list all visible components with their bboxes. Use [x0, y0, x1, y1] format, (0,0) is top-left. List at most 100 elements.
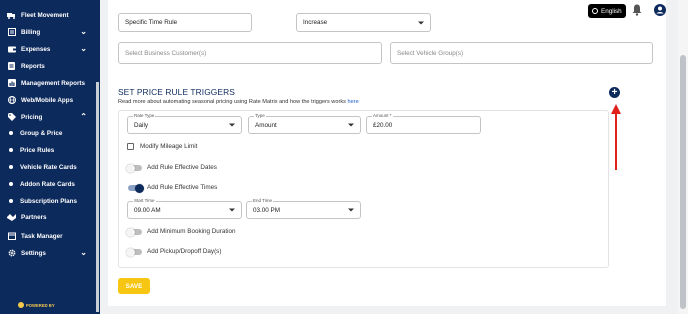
sidebar-subitem-label: Price Rules — [20, 146, 55, 154]
chevron-down-icon: ⌄ — [80, 44, 87, 53]
triggers-subtitle-text: Read more about automating seasonal pric… — [118, 99, 346, 105]
sidebar-subitem-label: Group & Price — [20, 129, 63, 137]
sidebar-subitem-addon-rate-cards[interactable]: Addon Rate Cards — [0, 177, 96, 191]
dropdown-arrow-icon — [229, 123, 235, 127]
pickup-dropoff-label: Add Pickup/Dropoff Day(s) — [147, 248, 222, 255]
dropdown-arrow-icon — [348, 208, 354, 212]
min-booking-label: Add Minimum Booking Duration — [147, 228, 236, 235]
sidebar-item-label: Task Manager — [21, 232, 63, 240]
adjustment-value: Increase — [303, 19, 328, 26]
sidebar-subitem-vehicle-rate-cards[interactable]: Vehicle Rate Cards — [0, 160, 96, 174]
sidebar-item-billing[interactable]: Billing ⌄ — [0, 25, 96, 39]
sidebar-item-task-manager[interactable]: Task Manager — [0, 229, 96, 243]
rate-type-value: Daily — [134, 121, 148, 129]
bell-icon[interactable] — [632, 4, 642, 16]
bullet-icon — [9, 199, 13, 203]
toggle-knob — [126, 227, 135, 237]
sidebar-item-label: Billing — [21, 28, 41, 36]
end-time-label: End Time — [252, 198, 274, 203]
sidebar-subitem-price-rules[interactable]: Price Rules — [0, 143, 96, 157]
bullet-icon — [9, 165, 13, 169]
sidebar-item-pricing[interactable]: Pricing ⌃ — [0, 110, 96, 124]
modify-mileage-label: Modify Mileage Limit — [140, 143, 198, 150]
toggle-knob — [126, 163, 135, 173]
add-trigger-button[interactable]: + — [609, 87, 620, 98]
effective-times-label: Add Rule Effective Times — [147, 184, 218, 191]
sidebar-subitem-group-price[interactable]: Group & Price — [0, 126, 96, 140]
powered-by-logo: POWERED BY — [18, 302, 55, 308]
rule-type-select[interactable]: Specific Time Rule — [118, 13, 252, 32]
effective-dates-label: Add Rule Effective Dates — [147, 164, 217, 171]
language-label: English — [601, 7, 622, 15]
vehicle-group-select[interactable]: Select Vehicle Group(s) — [390, 42, 653, 64]
language-icon — [592, 8, 598, 14]
chevron-down-icon: ⌄ — [80, 27, 87, 36]
sidebar: Fleet Movement Billing ⌄ Expenses ⌄ Repo… — [0, 0, 100, 314]
sidebar-item-label: Web/Mobile Apps — [21, 96, 74, 104]
handshake-icon — [7, 213, 16, 221]
toggle-knob — [135, 183, 144, 193]
type-value: Amount — [255, 121, 277, 129]
pickup-dropoff-toggle[interactable] — [126, 247, 142, 257]
sidebar-item-label: Pricing — [21, 113, 43, 121]
toggle-knob — [126, 247, 135, 257]
bullet-icon — [9, 182, 13, 186]
sidebar-item-web-mobile-apps[interactable]: Web/Mobile Apps — [0, 93, 96, 107]
tag-icon — [7, 113, 16, 121]
sidebar-item-label: Partners — [21, 213, 47, 221]
chevron-up-icon: ⌃ — [80, 112, 87, 121]
report-icon — [7, 62, 16, 70]
dropdown-arrow-icon — [348, 123, 354, 127]
wallet-icon — [7, 45, 16, 53]
globe-icon — [7, 96, 16, 104]
modify-mileage-checkbox[interactable] — [127, 143, 134, 150]
end-time-value: 03.00 PM — [253, 206, 280, 214]
sidebar-item-label: Fleet Movement — [21, 11, 69, 19]
sidebar-scrollbar[interactable] — [96, 82, 99, 312]
dropdown-arrow-icon — [418, 21, 424, 24]
sidebar-item-fleet-movement[interactable]: Fleet Movement — [0, 8, 96, 22]
business-customer-select[interactable]: Select Business Customer(s) — [118, 42, 382, 64]
effective-times-toggle[interactable] — [128, 183, 144, 193]
chart-icon — [7, 79, 16, 87]
sidebar-item-settings[interactable]: Settings ⌄ — [0, 246, 96, 260]
sidebar-item-label: Expenses — [21, 45, 51, 53]
start-time-label: Start Time — [133, 198, 156, 203]
start-time-select[interactable]: Start Time 09.00 AM — [127, 198, 242, 219]
triggers-title: SET PRICE RULE TRIGGERS — [118, 87, 235, 97]
sidebar-item-reports[interactable]: Reports — [0, 59, 96, 73]
sidebar-item-label: Reports — [21, 62, 45, 70]
language-button[interactable]: English — [588, 4, 626, 18]
adjustment-select[interactable]: Increase — [296, 13, 431, 32]
dropdown-arrow-icon — [229, 208, 235, 212]
triggers-subtitle: Read more about automating seasonal pric… — [118, 99, 359, 105]
sidebar-item-management-reports[interactable]: Management Reports — [0, 76, 96, 90]
page-scrollbar-thumb[interactable] — [680, 55, 686, 309]
type-select[interactable]: Type Amount — [248, 113, 361, 134]
user-avatar-icon[interactable] — [654, 4, 666, 16]
sidebar-item-label: Management Reports — [21, 79, 86, 87]
sidebar-subitem-subscription-plans[interactable]: Subscription Plans — [0, 194, 96, 208]
sidebar-item-partners[interactable]: Partners — [0, 210, 96, 224]
sidebar-item-expenses[interactable]: Expenses ⌄ — [0, 42, 96, 56]
effective-dates-toggle[interactable] — [126, 163, 142, 173]
billing-icon — [7, 28, 16, 36]
rate-type-select[interactable]: Rate Type Daily — [127, 113, 242, 134]
min-booking-toggle[interactable] — [126, 227, 142, 237]
sidebar-subitem-label: Addon Rate Cards — [20, 180, 75, 188]
bullet-icon — [9, 148, 13, 152]
rate-type-label: Rate Type — [133, 113, 156, 118]
save-button[interactable]: SAVE — [118, 278, 150, 294]
start-time-value: 09.00 AM — [134, 206, 161, 214]
amount-input[interactable]: Amount * £20.00 — [366, 113, 481, 134]
business-customer-placeholder: Select Business Customer(s) — [125, 49, 207, 57]
amount-value: £20.00 — [373, 121, 393, 129]
vehicle-group-placeholder: Select Vehicle Group(s) — [397, 49, 464, 57]
sidebar-item-label: Settings — [21, 249, 46, 257]
type-label: Type — [254, 113, 266, 118]
read-more-link[interactable]: here — [347, 99, 358, 105]
annotation-arrow-icon — [611, 104, 621, 170]
end-time-select[interactable]: End Time 03.00 PM — [246, 198, 361, 219]
rule-type-value: Specific Time Rule — [125, 19, 178, 26]
sidebar-subitem-label: Subscription Plans — [20, 197, 78, 205]
